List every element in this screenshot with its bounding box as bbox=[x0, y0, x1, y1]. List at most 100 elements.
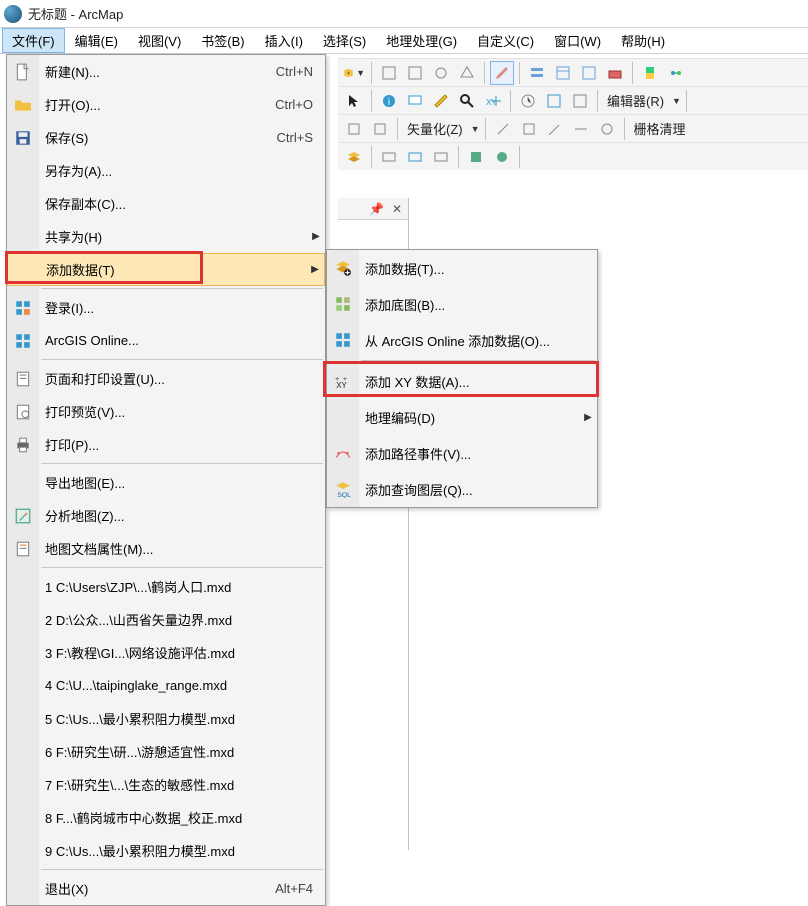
file-menu: 新建(N)... Ctrl+N 打开(O)... Ctrl+O 保存(S) Ct… bbox=[6, 54, 326, 906]
recent-file-item[interactable]: 1 C:\Users\ZJP\...\鹤岗人口.mxd bbox=[7, 570, 325, 603]
menu-edit[interactable]: 编辑(E) bbox=[65, 28, 128, 53]
vectorize-label[interactable]: 矢量化(Z) bbox=[403, 119, 467, 138]
html-popup-icon[interactable] bbox=[403, 89, 427, 113]
add-data-submenu: 添加数据(T)... 添加底图(B)... 从 ArcGIS Online 添加… bbox=[326, 249, 598, 508]
page-setup-icon bbox=[14, 370, 32, 388]
menu-insert[interactable]: 插入(I) bbox=[255, 28, 313, 53]
toc-icon[interactable] bbox=[525, 61, 549, 85]
tool-icon[interactable] bbox=[429, 61, 453, 85]
python-icon[interactable] bbox=[638, 61, 662, 85]
menu-page-print-setup[interactable]: 页面和打印设置(U)... bbox=[7, 362, 325, 395]
submenu-add-from-online[interactable]: 从 ArcGIS Online 添加数据(O)... bbox=[327, 322, 597, 358]
goto-xy-icon[interactable]: XY bbox=[481, 89, 505, 113]
submenu-add-basemap[interactable]: 添加底图(B)... bbox=[327, 286, 597, 322]
pencil-icon[interactable] bbox=[543, 117, 567, 141]
window-title: 无标题 - ArcMap bbox=[28, 4, 123, 23]
recent-file-item[interactable]: 7 F:\研究生\...\生态的敏感性.mxd bbox=[7, 768, 325, 801]
close-icon[interactable]: ✕ bbox=[392, 202, 402, 216]
menu-save[interactable]: 保存(S) Ctrl+S bbox=[7, 121, 325, 154]
menu-share-as[interactable]: 共享为(H) ▶ bbox=[7, 220, 325, 253]
recent-file-item[interactable]: 9 C:\Us...\最小累积阻力模型.mxd bbox=[7, 834, 325, 867]
menu-selection[interactable]: 选择(S) bbox=[313, 28, 376, 53]
tool-icon[interactable] bbox=[464, 145, 488, 169]
window-icon[interactable] bbox=[542, 89, 566, 113]
recent-file-item[interactable]: 4 C:\U...\taipinglake_range.mxd bbox=[7, 669, 325, 702]
pane-header: 📌 ✕ bbox=[338, 198, 408, 220]
layers-icon[interactable] bbox=[342, 145, 366, 169]
route-events-icon bbox=[334, 444, 352, 462]
menu-geoprocessing[interactable]: 地理处理(G) bbox=[376, 28, 467, 53]
tool-icon[interactable] bbox=[429, 145, 453, 169]
pencil-icon[interactable] bbox=[490, 61, 514, 85]
search-pane-icon[interactable] bbox=[577, 61, 601, 85]
tool-icon[interactable] bbox=[403, 61, 427, 85]
menu-print-preview[interactable]: 打印预览(V)... bbox=[7, 395, 325, 428]
measure-icon[interactable] bbox=[429, 89, 453, 113]
menu-separator bbox=[41, 567, 323, 568]
tool-icon[interactable] bbox=[455, 61, 479, 85]
recent-file-item[interactable]: 5 C:\Us...\最小累积阻力模型.mxd bbox=[7, 702, 325, 735]
toolbox-icon[interactable] bbox=[603, 61, 627, 85]
recent-file-item[interactable]: 6 F:\研究生\研...\游憩适宜性.mxd bbox=[7, 735, 325, 768]
tool-icon[interactable] bbox=[403, 145, 427, 169]
menu-help[interactable]: 帮助(H) bbox=[611, 28, 675, 53]
menu-exit[interactable]: 退出(X) Alt+F4 bbox=[7, 872, 325, 905]
time-icon[interactable] bbox=[516, 89, 540, 113]
tool-icon[interactable] bbox=[491, 117, 515, 141]
tool-icon[interactable] bbox=[517, 117, 541, 141]
toolbars: ▼ i XY 编辑器(R)▼ 矢量化(Z)▼ bbox=[338, 58, 808, 170]
submenu-add-route-events[interactable]: 添加路径事件(V)... bbox=[327, 435, 597, 471]
recent-file-item[interactable]: 2 D:\公众...\山西省矢量边界.mxd bbox=[7, 603, 325, 636]
menu-customize[interactable]: 自定义(C) bbox=[467, 28, 544, 53]
tool-icon[interactable] bbox=[490, 145, 514, 169]
svg-text:i: i bbox=[388, 97, 390, 108]
recent-file-item[interactable]: 8 F...\鹤岗城市中心数据_校正.mxd bbox=[7, 801, 325, 834]
recent-file-item[interactable]: 3 F:\教程\GI...\网络设施评估.mxd bbox=[7, 636, 325, 669]
online-grid-icon bbox=[334, 331, 352, 349]
menu-windows[interactable]: 窗口(W) bbox=[544, 28, 611, 53]
tool-icon[interactable] bbox=[368, 117, 392, 141]
menu-add-data[interactable]: 添加数据(T) ▶ bbox=[7, 253, 325, 286]
menu-file[interactable]: 文件(F) bbox=[2, 28, 65, 53]
model-icon[interactable] bbox=[664, 61, 688, 85]
menu-new[interactable]: 新建(N)... Ctrl+N bbox=[7, 55, 325, 88]
menu-doc-properties[interactable]: 地图文档属性(M)... bbox=[7, 532, 325, 565]
menu-save-copy[interactable]: 保存副本(C)... bbox=[7, 187, 325, 220]
menu-export-map[interactable]: 导出地图(E)... bbox=[7, 466, 325, 499]
menu-view[interactable]: 视图(V) bbox=[128, 28, 191, 53]
tool-icon[interactable] bbox=[377, 61, 401, 85]
menu-print[interactable]: 打印(P)... bbox=[7, 428, 325, 461]
properties-icon bbox=[14, 540, 32, 558]
tool-icon[interactable] bbox=[595, 117, 619, 141]
menu-sign-in[interactable]: 登录(I)... bbox=[7, 291, 325, 324]
tool-icon[interactable] bbox=[377, 145, 401, 169]
menu-separator bbox=[41, 869, 323, 870]
info-icon[interactable]: i bbox=[377, 89, 401, 113]
add-data-icon[interactable]: ▼ bbox=[342, 61, 366, 85]
svg-text:SQL: SQL bbox=[337, 492, 351, 498]
catalog-icon[interactable] bbox=[551, 61, 575, 85]
find-icon[interactable] bbox=[455, 89, 479, 113]
pin-icon[interactable]: 📌 bbox=[369, 202, 384, 216]
submenu-add-query-layer[interactable]: SQL 添加查询图层(Q)... bbox=[327, 471, 597, 507]
svg-text:XY: XY bbox=[336, 381, 347, 390]
query-layer-icon: SQL bbox=[334, 480, 352, 498]
raster-cleanup-label[interactable]: 栅格清理 bbox=[630, 119, 690, 138]
xy-data-icon: ++XY bbox=[334, 372, 352, 390]
tool-icon[interactable] bbox=[569, 117, 593, 141]
add-data-icon bbox=[334, 259, 352, 277]
menu-analyze-map[interactable]: 分析地图(Z)... bbox=[7, 499, 325, 532]
window-icon[interactable] bbox=[568, 89, 592, 113]
editor-label[interactable]: 编辑器(R) bbox=[603, 91, 668, 110]
pointer-icon[interactable] bbox=[342, 89, 366, 113]
submenu-add-xy-data[interactable]: ++XY 添加 XY 数据(A)... bbox=[327, 363, 597, 399]
menu-arcgis-online[interactable]: ArcGIS Online... bbox=[7, 324, 325, 357]
menu-save-as[interactable]: 另存为(A)... bbox=[7, 154, 325, 187]
menu-bookmarks[interactable]: 书签(B) bbox=[191, 28, 254, 53]
submenu-add-data[interactable]: 添加数据(T)... bbox=[327, 250, 597, 286]
tool-icon[interactable] bbox=[342, 117, 366, 141]
save-icon bbox=[14, 129, 32, 147]
menu-separator bbox=[41, 463, 323, 464]
submenu-geocoding[interactable]: 地理编码(D) ▶ bbox=[327, 399, 597, 435]
menu-open[interactable]: 打开(O)... Ctrl+O bbox=[7, 88, 325, 121]
